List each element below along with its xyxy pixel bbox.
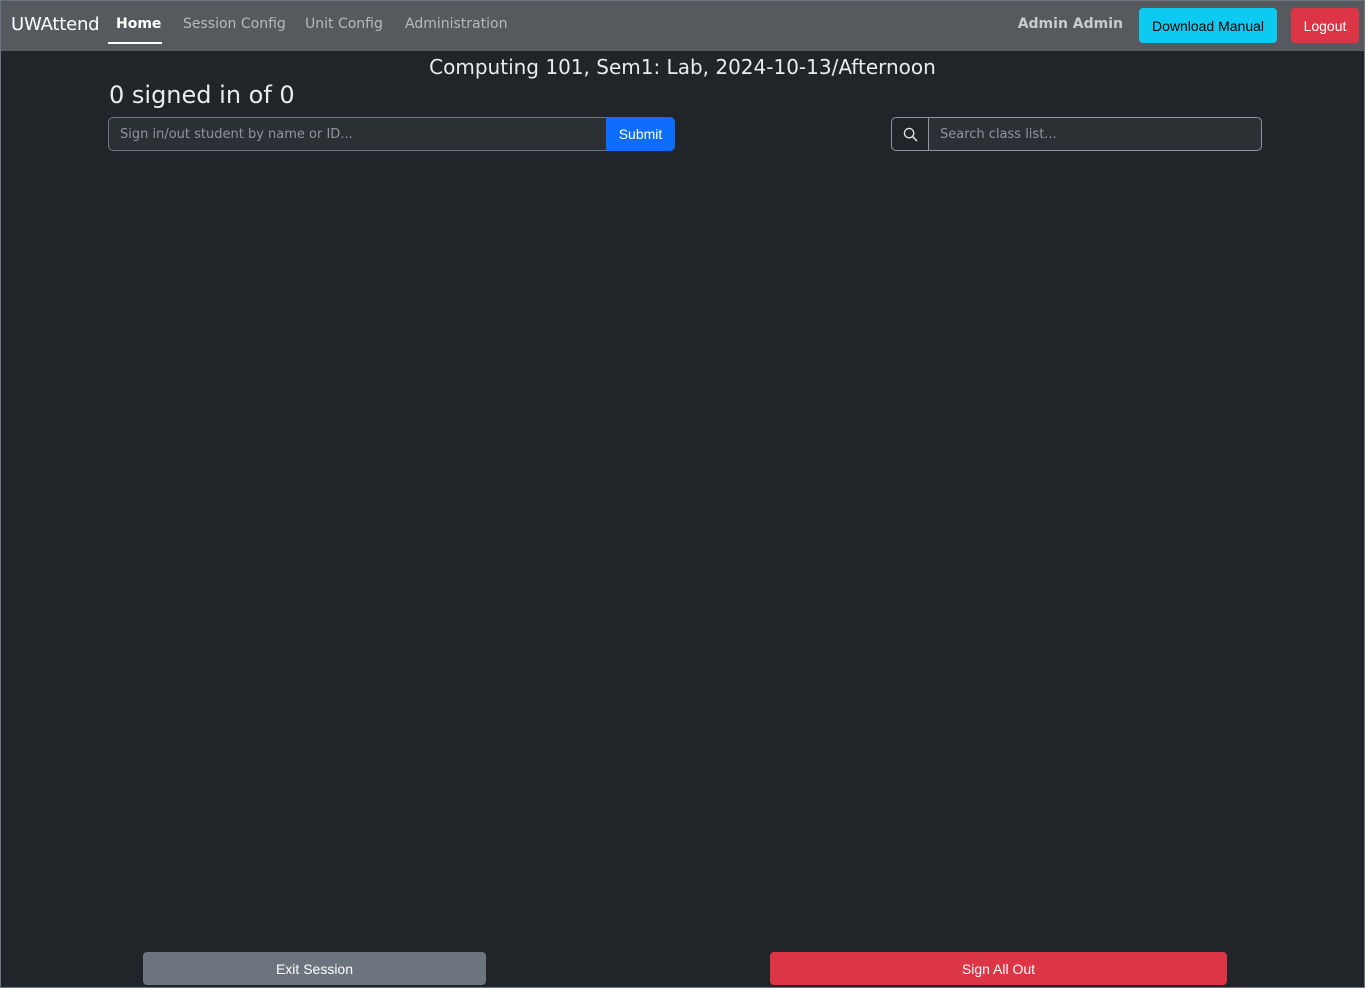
nav-unit-config[interactable]: Unit Config bbox=[305, 16, 383, 32]
signin-input[interactable] bbox=[108, 117, 606, 151]
submit-button[interactable]: Submit bbox=[606, 117, 675, 151]
class-search bbox=[891, 117, 1262, 151]
app-window: UWAttend Home Session Config Unit Config… bbox=[0, 0, 1365, 988]
top-navbar: UWAttend Home Session Config Unit Config… bbox=[1, 1, 1364, 51]
class-search-input[interactable] bbox=[929, 118, 1261, 150]
exit-session-button[interactable]: Exit Session bbox=[143, 952, 486, 985]
sign-all-out-button[interactable]: Sign All Out bbox=[770, 952, 1227, 985]
brand-logo[interactable]: UWAttend bbox=[11, 14, 100, 35]
download-manual-button[interactable]: Download Manual bbox=[1139, 8, 1277, 43]
signin-form: Submit bbox=[108, 117, 675, 151]
signed-in-count: 0 signed in of 0 bbox=[109, 81, 295, 109]
logout-button[interactable]: Logout bbox=[1291, 8, 1359, 43]
nav-active-indicator bbox=[108, 42, 162, 44]
search-icon bbox=[892, 118, 929, 150]
nav-session-config[interactable]: Session Config bbox=[183, 16, 286, 32]
nav-home[interactable]: Home bbox=[116, 16, 161, 32]
session-title: Computing 101, Sem1: Lab, 2024-10-13/Aft… bbox=[429, 55, 936, 79]
user-name: Admin Admin bbox=[1017, 16, 1123, 32]
nav-administration[interactable]: Administration bbox=[405, 16, 507, 32]
